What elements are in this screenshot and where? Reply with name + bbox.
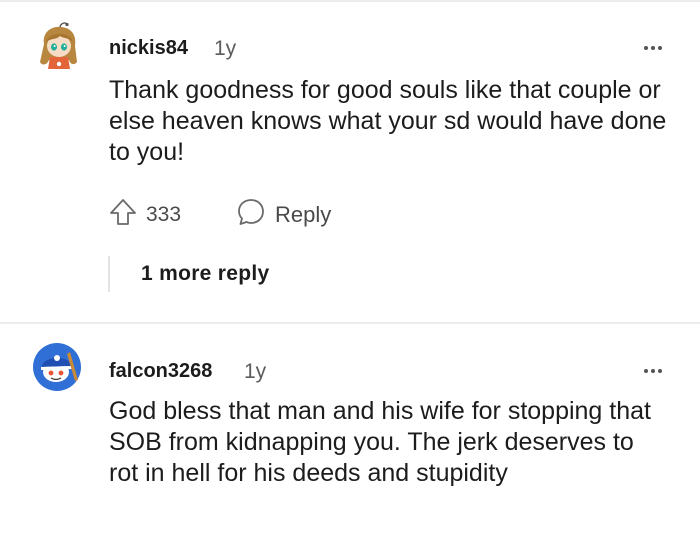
username[interactable]: falcon3268: [109, 360, 212, 383]
username[interactable]: nickis84: [109, 37, 188, 60]
more-replies-link[interactable]: 1 more reply: [141, 262, 270, 286]
comment: nickis84 1y Thank goodness for good soul…: [0, 0, 700, 322]
comment-age: 1y: [244, 360, 267, 383]
ellipsis-icon[interactable]: [638, 38, 668, 58]
comment: falcon3268 1y God bless that man and his…: [0, 324, 700, 548]
vote-count: 333: [146, 202, 182, 226]
speech-bubble-icon: [236, 197, 266, 232]
upvote-arrow-icon[interactable]: [108, 197, 138, 232]
reply-button[interactable]: Reply: [236, 197, 331, 232]
blue-cap-snoo-avatar-icon[interactable]: [32, 342, 82, 392]
comment-text: God bless that man and his wife for stop…: [109, 397, 651, 487]
ellipsis-icon[interactable]: [638, 361, 668, 381]
reply-label: Reply: [275, 201, 332, 227]
vote-control: 333: [108, 197, 181, 232]
comment-age: 1y: [214, 37, 237, 60]
comment-text: Thank goodness for good souls like that …: [109, 76, 667, 166]
anime-girl-avatar-icon[interactable]: [34, 22, 84, 72]
thread-line: [108, 256, 110, 292]
